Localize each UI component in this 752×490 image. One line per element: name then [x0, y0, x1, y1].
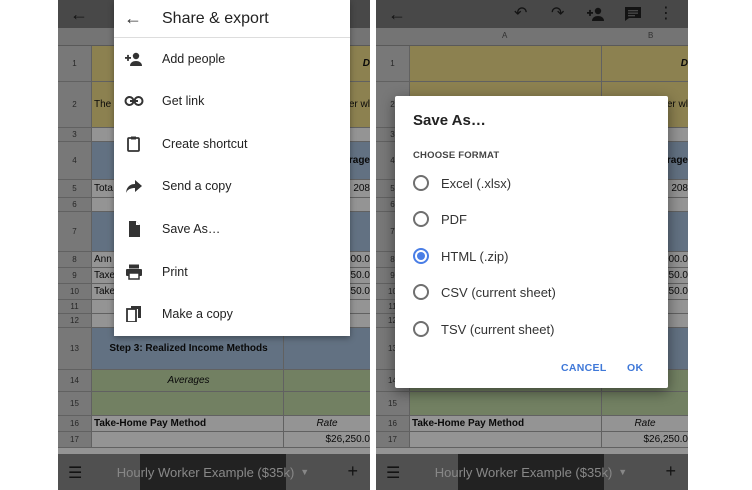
share-export-menu: ← Share & export Add people Get link Cre… — [114, 0, 350, 336]
add-person-icon — [125, 52, 142, 66]
menu-item-make-a-copy[interactable]: Make a copy — [114, 294, 350, 334]
dialog-title: Save As… — [413, 112, 486, 129]
cancel-button[interactable]: CANCEL — [561, 362, 607, 374]
radio-button[interactable] — [413, 284, 429, 300]
share-arrow-icon — [126, 180, 142, 193]
format-option-html[interactable]: HTML (.zip) — [411, 241, 651, 271]
menu-item-label: Get link — [162, 94, 205, 108]
save-as-dialog: Save As… CHOOSE FORMAT Excel (.xlsx) PDF… — [395, 96, 668, 388]
menu-item-get-link[interactable]: Get link — [114, 81, 350, 121]
menu-header: ← Share & export — [114, 0, 350, 38]
menu-item-add-people[interactable]: Add people — [114, 39, 350, 79]
ok-button[interactable]: OK — [627, 362, 643, 374]
option-label: TSV (current sheet) — [441, 322, 555, 337]
menu-item-send-a-copy[interactable]: Send a copy — [114, 166, 350, 206]
format-option-tsv[interactable]: TSV (current sheet) — [411, 314, 651, 344]
document-icon — [129, 221, 140, 237]
radio-button[interactable] — [413, 211, 429, 227]
back-arrow-icon[interactable]: ← — [124, 8, 142, 28]
radio-button-selected[interactable] — [413, 248, 429, 264]
format-option-csv[interactable]: CSV (current sheet) — [411, 277, 651, 307]
copy-icon — [126, 306, 141, 322]
menu-item-label: Send a copy — [162, 179, 232, 193]
link-icon — [124, 96, 144, 106]
radio-button[interactable] — [413, 175, 429, 191]
menu-title: Share & export — [162, 10, 269, 27]
radio-button[interactable] — [413, 321, 429, 337]
dialog-subtitle: CHOOSE FORMAT — [413, 150, 500, 161]
format-option-excel[interactable]: Excel (.xlsx) — [411, 168, 651, 198]
menu-item-print[interactable]: Print — [114, 252, 350, 292]
menu-item-save-as[interactable]: Save As… — [114, 209, 350, 249]
menu-item-label: Print — [162, 265, 188, 279]
menu-item-label: Save As… — [162, 222, 221, 236]
format-option-pdf[interactable]: PDF — [411, 204, 651, 234]
menu-item-label: Make a copy — [162, 307, 233, 321]
option-label: Excel (.xlsx) — [441, 176, 512, 191]
option-label: PDF — [441, 212, 467, 227]
option-label: HTML (.zip) — [441, 249, 509, 264]
right-screen: ← ↶ ↷ ⋮ A B 1 D 2 er wl 3 4 erage 5 208 … — [376, 0, 688, 490]
shortcut-icon — [127, 136, 140, 152]
menu-item-label: Add people — [162, 52, 226, 66]
option-label: CSV (current sheet) — [441, 285, 556, 300]
menu-item-create-shortcut[interactable]: Create shortcut — [114, 124, 350, 164]
print-icon — [126, 264, 142, 280]
menu-item-label: Create shortcut — [162, 137, 248, 151]
left-screen: ← ⋮ 1 D 2 The er wl 3 4 erage 5 Tota 208 — [58, 0, 370, 490]
